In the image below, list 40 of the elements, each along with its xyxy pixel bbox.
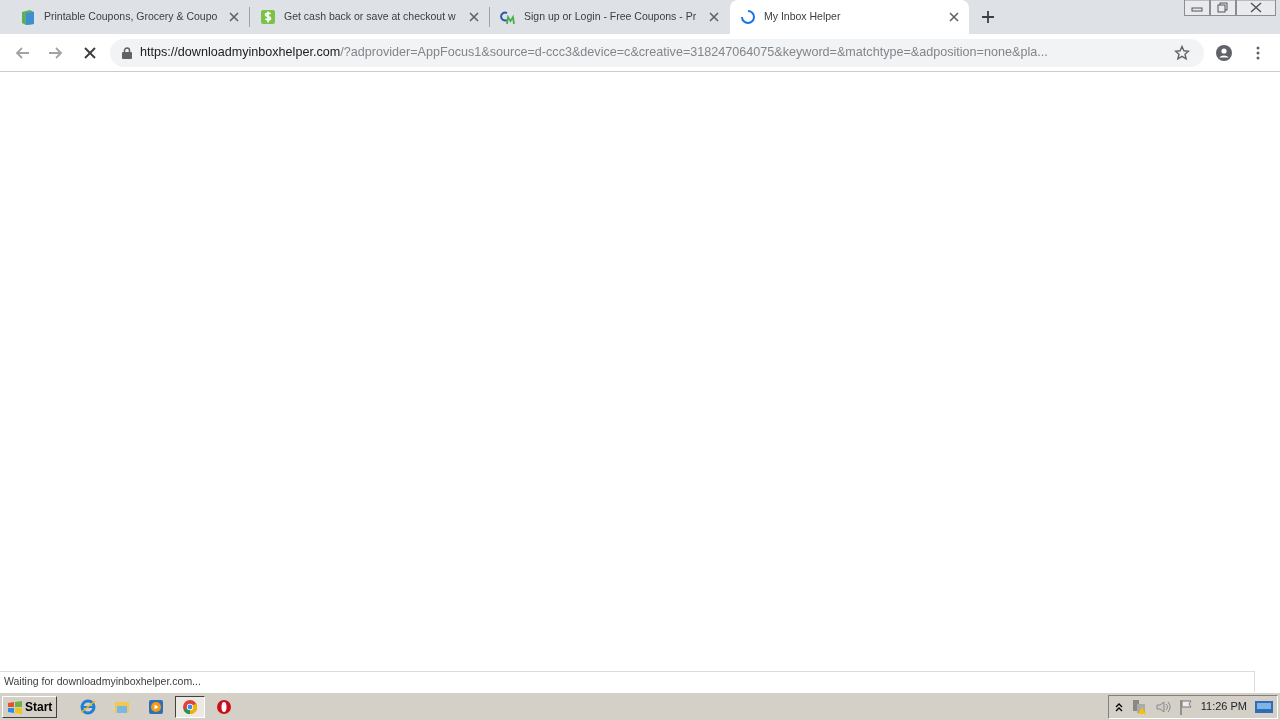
close-icon[interactable] <box>1236 0 1276 16</box>
stop-icon <box>82 44 98 61</box>
profile-icon <box>1216 44 1232 61</box>
start-button[interactable]: Start <box>2 695 58 718</box>
minimize-icon[interactable] <box>1184 0 1210 16</box>
browser-tab[interactable]: Sign up or Login - Free Coupons - Pr <box>490 0 729 34</box>
tab-title: My Inbox Helper <box>764 9 842 25</box>
close-icon[interactable] <box>229 12 239 22</box>
chrome-logo-icon <box>182 698 199 715</box>
clock-text: 11:26 PM <box>1200 699 1247 715</box>
close-icon[interactable] <box>949 12 959 22</box>
restore-icon[interactable] <box>1210 0 1236 16</box>
back-arrow-icon <box>14 44 30 61</box>
close-icon[interactable] <box>469 12 479 22</box>
cm-logo-icon <box>500 9 516 25</box>
loading-spinner-icon <box>740 9 756 25</box>
opera-logo-icon <box>216 698 233 715</box>
new-tab-icon[interactable] <box>981 10 995 24</box>
show-desktop-icon[interactable] <box>1255 699 1273 714</box>
tab-title: Printable Coupons, Grocery & Coupo <box>44 9 219 25</box>
media-player-icon <box>148 698 165 715</box>
browser-tab[interactable]: Get cash back or save at checkout w <box>250 0 489 34</box>
chevron-up-icon[interactable] <box>1114 701 1123 712</box>
taskbar-app-button[interactable] <box>175 695 206 718</box>
browser-tab[interactable]: Printable Coupons, Grocery & Coupo <box>10 0 249 34</box>
url-text: https://downloadmyinboxhelper.com/?adprovider=AppFocus1&source=d-ccc3&device=c&creative=318247064075&keyword=&matchtype=&adposition=none&pla... <box>140 45 1048 60</box>
ie-logo-icon <box>80 698 97 715</box>
flag-icon[interactable] <box>1178 698 1193 715</box>
status-text: Waiting for downloadmyinboxhelper.com... <box>0 671 1255 692</box>
dollar-icon <box>260 9 276 25</box>
windows-logo-icon <box>7 699 23 714</box>
tab-title: Sign up or Login - Free Coupons - Pr <box>524 9 698 25</box>
book-icon <box>20 9 36 25</box>
lock-icon <box>122 46 132 59</box>
browser-tab[interactable]: My Inbox Helper <box>730 0 969 34</box>
close-icon[interactable] <box>709 12 719 22</box>
star-icon <box>1174 44 1190 61</box>
forward-arrow-icon <box>48 44 64 61</box>
address-bar[interactable]: https://downloadmyinboxhelper.com/?adprovider=AppFocus1&source=d-ccc3&device=c&creative=318247064075&keyword=&matchtype=&adposition=none&pla... <box>110 38 1204 67</box>
tab-title: Get cash back or save at checkout w <box>284 9 457 25</box>
